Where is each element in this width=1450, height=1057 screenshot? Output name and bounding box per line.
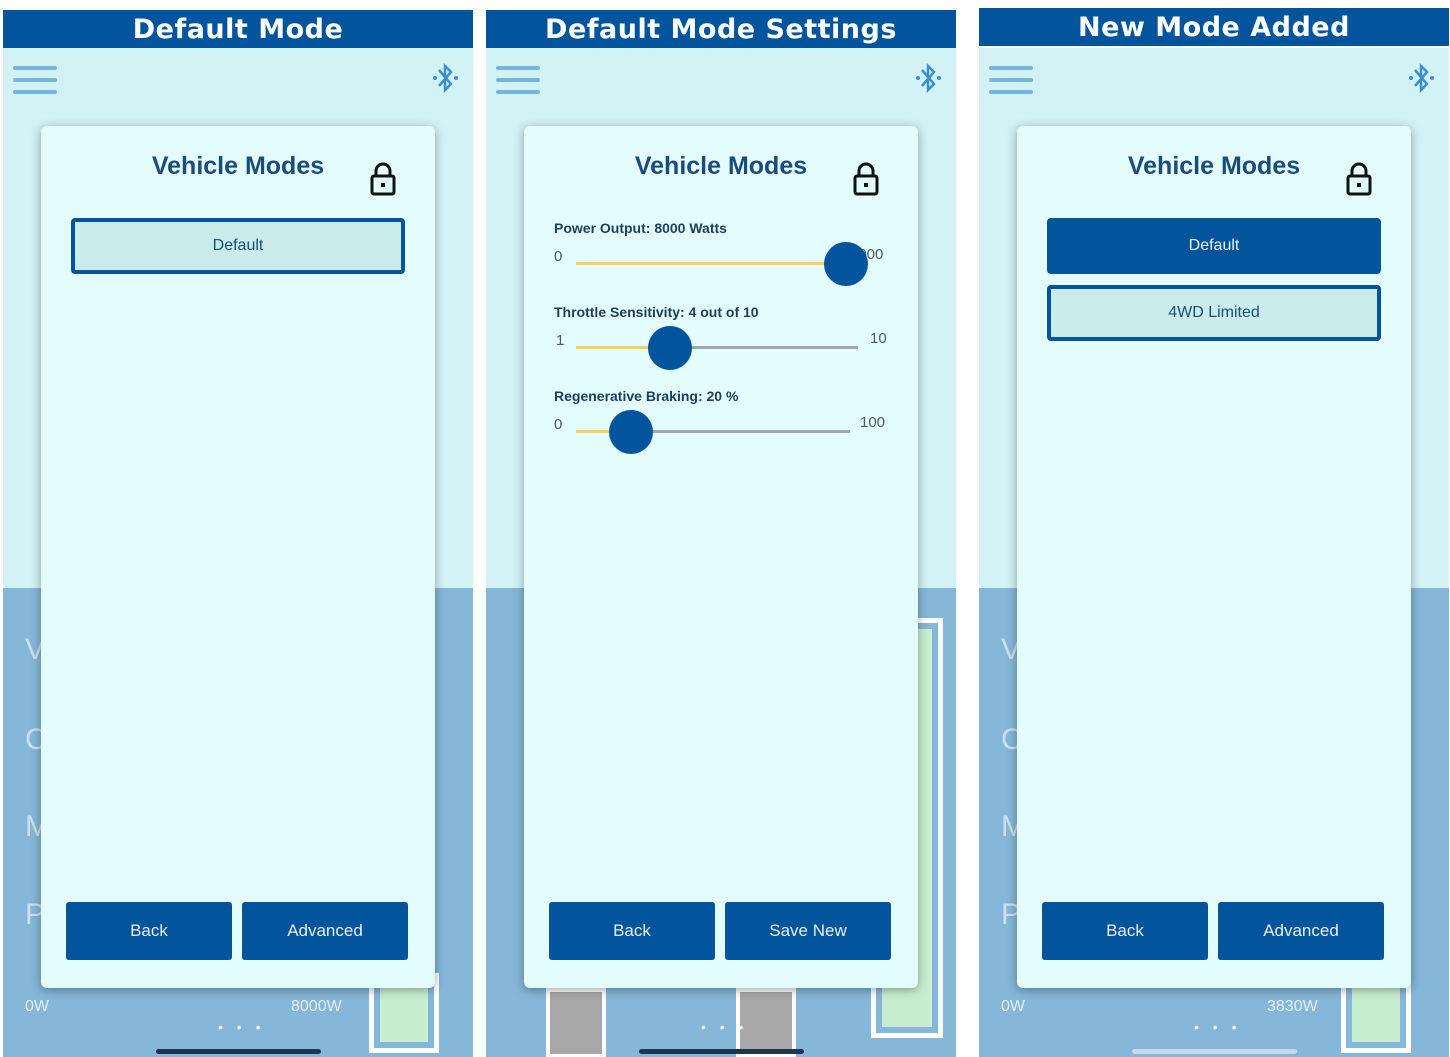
vehicle-modes-dialog: Vehicle Modes Power Output: 8000 Watts 0… — [524, 126, 918, 988]
phone-screen: V C M P 0W 8000W • • • Vehicle Modes Def… — [3, 48, 473, 1057]
panel-title: Default Mode Settings — [486, 10, 956, 48]
power-output-label: Power Output: 8000 Watts — [554, 220, 727, 236]
panel-default-mode-settings: Default Mode Settings • • • Vehicle Mode… — [486, 0, 956, 1057]
phone-screen: • • • Vehicle Modes Power Output: 8000 W… — [486, 48, 956, 1057]
home-indicator[interactable] — [1132, 1049, 1297, 1054]
power-min-readout: 0W — [25, 998, 49, 1015]
panel-new-mode-added: New Mode Added V C M P 0W 3830W • • • Ve… — [979, 0, 1449, 1057]
bluetooth-icon — [914, 60, 944, 98]
panel-title: New Mode Added — [979, 8, 1449, 46]
regenerative-braking-max: 100 — [860, 414, 886, 431]
menu-icon[interactable] — [496, 66, 540, 94]
throttle-sensitivity-label: Throttle Sensitivity: 4 out of 10 — [554, 304, 759, 320]
save-new-button[interactable]: Save New — [725, 902, 891, 960]
menu-icon[interactable] — [989, 66, 1033, 94]
home-indicator[interactable] — [156, 1049, 321, 1054]
power-output-fill — [576, 262, 846, 265]
panel-title: Default Mode — [3, 10, 473, 48]
power-max-readout: 3830W — [1267, 998, 1318, 1015]
lock-icon[interactable] — [1345, 162, 1373, 196]
regenerative-braking-min: 0 — [554, 416, 563, 433]
status-bar — [13, 60, 461, 100]
bluetooth-icon — [431, 60, 461, 98]
back-button[interactable]: Back — [549, 902, 715, 960]
vehicle-modes-dialog: Vehicle Modes Default 4WD Limited Back A… — [1017, 126, 1411, 988]
regenerative-braking-slider-thumb[interactable] — [608, 410, 653, 454]
phone-screen: V C M P 0W 3830W • • • Vehicle Modes Def… — [979, 48, 1449, 1057]
menu-icon[interactable] — [13, 66, 57, 94]
mode-button-4wd-limited[interactable]: 4WD Limited — [1047, 285, 1381, 341]
mode-button-default[interactable]: Default — [71, 218, 405, 274]
bluetooth-icon — [1407, 60, 1437, 98]
throttle-sensitivity-min: 1 — [556, 332, 565, 349]
status-bar — [496, 60, 944, 100]
vehicle-modes-dialog: Vehicle Modes Default Back Advanced — [41, 126, 435, 988]
page-dots: • • • — [1194, 1019, 1242, 1035]
power-min-readout: 0W — [1001, 998, 1025, 1015]
throttle-sensitivity-slider-thumb[interactable] — [648, 326, 692, 370]
mode-button-default[interactable]: Default — [1047, 218, 1381, 274]
back-button[interactable]: Back — [1042, 902, 1208, 960]
panel-default-mode: Default Mode V C M P 0W 8000W • • • Vehi… — [3, 0, 473, 1057]
advanced-button[interactable]: Advanced — [1218, 902, 1384, 960]
regenerative-braking-label: Regenerative Braking: 20 % — [554, 388, 739, 404]
page-dots: • • • — [701, 1019, 749, 1035]
back-button[interactable]: Back — [66, 902, 232, 960]
page-dots: • • • — [218, 1019, 266, 1035]
lock-icon[interactable] — [852, 162, 880, 196]
home-indicator[interactable] — [639, 1049, 804, 1054]
power-output-slider-thumb[interactable] — [824, 242, 868, 286]
advanced-button[interactable]: Advanced — [242, 902, 408, 960]
power-max-readout: 8000W — [291, 998, 342, 1015]
power-output-min: 0 — [554, 248, 563, 265]
status-bar — [989, 60, 1437, 100]
lock-icon[interactable] — [369, 162, 397, 196]
throttle-sensitivity-max: 10 — [870, 330, 887, 347]
